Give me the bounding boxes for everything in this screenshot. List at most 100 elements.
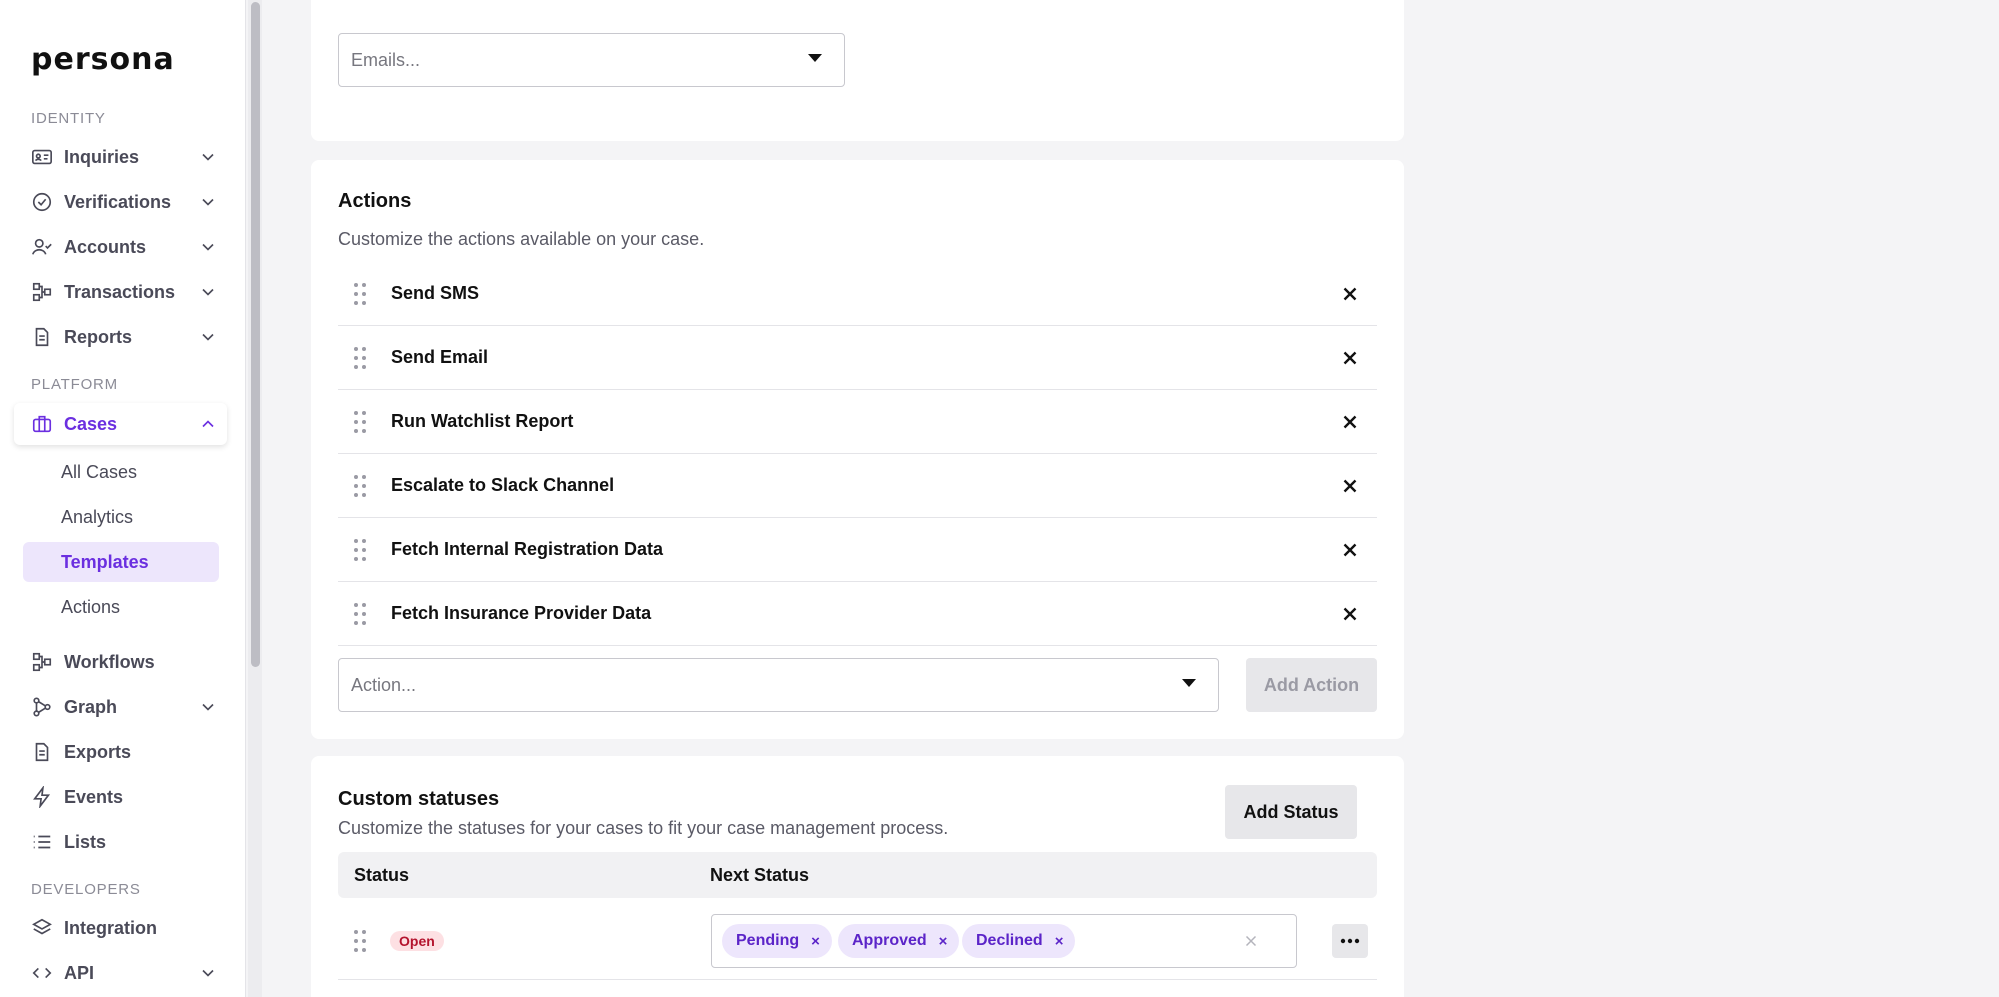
chevron-up-icon <box>198 414 218 434</box>
action-row[interactable]: Send Email <box>338 326 1377 390</box>
statuses-table-header: Status Next Status <box>338 852 1377 898</box>
tag-remove-icon[interactable]: × <box>811 933 820 950</box>
tag-remove-icon[interactable]: × <box>1055 933 1064 950</box>
sidebar-item-lists[interactable]: Lists <box>14 821 227 863</box>
add-status-button[interactable]: Add Status <box>1225 785 1357 839</box>
action-label: Send Email <box>391 347 489 367</box>
sidebar-item-label: Transactions <box>64 281 176 302</box>
sidebar-item-label: Reports <box>64 326 133 347</box>
sidebar-subitem-templates[interactable]: Templates <box>23 542 219 582</box>
sidebar-item-transactions[interactable]: Transactions <box>14 271 227 313</box>
sidebar-item-label: Graph <box>64 696 118 717</box>
more-options-icon[interactable] <box>1332 924 1368 958</box>
code-icon <box>31 962 53 984</box>
close-icon[interactable] <box>1339 283 1361 305</box>
emails-card: Emails... <box>311 0 1404 141</box>
sidebar-subitem-all-cases[interactable]: All Cases <box>23 452 219 492</box>
sidebar-item-label: Verifications <box>64 191 172 212</box>
actions-card-description: Customize the actions available on your … <box>338 229 705 249</box>
workflow-icon <box>31 651 53 673</box>
sidebar-item-workflows[interactable]: Workflows <box>14 641 227 683</box>
tag-label: Pending <box>736 932 800 949</box>
action-label: Fetch Internal Registration Data <box>391 539 664 559</box>
tag-remove-icon[interactable]: × <box>939 933 948 950</box>
id-card-icon <box>31 146 53 168</box>
chevron-down-icon <box>198 147 218 167</box>
drag-handle-icon[interactable] <box>353 602 367 626</box>
graph-icon <box>31 696 53 718</box>
sidebar-subitem-actions[interactable]: Actions <box>23 587 219 627</box>
close-icon[interactable] <box>1339 539 1361 561</box>
close-icon[interactable] <box>1339 347 1361 369</box>
chevron-down-icon <box>198 237 218 257</box>
sidebar-item-exports[interactable]: Exports <box>14 731 227 773</box>
export-document-icon <box>31 741 53 763</box>
column-header-status: Status <box>354 865 410 885</box>
sidebar-item-integration[interactable]: Integration <box>14 907 227 949</box>
action-row[interactable]: Fetch Insurance Provider Data <box>338 582 1377 646</box>
action-select-placeholder: Action... <box>351 674 417 695</box>
sidebar-item-reports[interactable]: Reports <box>14 316 227 358</box>
action-label: Send SMS <box>391 283 480 303</box>
section-label-developers: DEVELOPERS <box>31 881 141 898</box>
drag-handle-icon[interactable] <box>353 929 367 953</box>
sidebar-subitem-analytics[interactable]: Analytics <box>23 497 219 537</box>
close-icon[interactable] <box>1339 603 1361 625</box>
sidebar-item-label: Lists <box>64 831 107 852</box>
chevron-down-icon <box>198 192 218 212</box>
sidebar-item-label: Integration <box>64 917 157 938</box>
sidebar-item-inquiries[interactable]: Inquiries <box>14 136 227 178</box>
drag-handle-icon[interactable] <box>353 538 367 562</box>
sidebar-scrollbar-thumb[interactable] <box>251 2 260 667</box>
layers-icon <box>31 917 53 939</box>
sidebar-item-graph[interactable]: Graph <box>14 686 227 728</box>
add-action-button[interactable]: Add Action <box>1246 658 1377 712</box>
chevron-down-icon <box>198 697 218 717</box>
sidebar-item-cases[interactable]: Cases <box>14 403 227 445</box>
action-row[interactable]: Run Watchlist Report <box>338 390 1377 454</box>
action-select[interactable]: Action... <box>338 658 1219 712</box>
action-label: Fetch Insurance Provider Data <box>391 603 652 623</box>
action-label: Escalate to Slack Channel <box>391 475 615 495</box>
table-row[interactable]: Open Pending × Approved × Declined × <box>338 902 1377 980</box>
chevron-down-icon <box>198 327 218 347</box>
sidebar: persona IDENTITY Inquiries Verifications… <box>0 0 246 997</box>
emails-select[interactable]: Emails... <box>338 33 845 87</box>
sidebar-item-events[interactable]: Events <box>14 776 227 818</box>
tag-label: Declined <box>976 932 1043 949</box>
custom-statuses-card: Custom statuses Customize the statuses f… <box>311 756 1404 997</box>
action-row[interactable]: Escalate to Slack Channel <box>338 454 1377 518</box>
lightning-icon <box>31 786 53 808</box>
next-status-tag: Approved × <box>838 924 960 958</box>
drag-handle-icon[interactable] <box>353 346 367 370</box>
chevron-down-icon <box>198 963 218 983</box>
custom-statuses-description: Customize the statuses for your cases to… <box>338 818 949 838</box>
sidebar-item-label: API <box>64 962 95 983</box>
action-row[interactable]: Fetch Internal Registration Data <box>338 518 1377 582</box>
action-row[interactable]: Send SMS <box>338 262 1377 326</box>
close-icon[interactable] <box>1339 475 1361 497</box>
briefcase-icon <box>31 413 53 435</box>
sidebar-item-api[interactable]: API <box>14 952 227 994</box>
close-icon[interactable] <box>1339 411 1361 433</box>
persona-logo[interactable]: persona <box>31 42 175 77</box>
next-status-tag: Declined × <box>962 924 1076 958</box>
document-icon <box>31 326 53 348</box>
list-icon <box>31 831 53 853</box>
drag-handle-icon[interactable] <box>353 410 367 434</box>
sidebar-item-label: Accounts <box>64 236 147 257</box>
user-check-icon <box>31 236 53 258</box>
caret-down-icon <box>1182 679 1196 687</box>
clear-icon[interactable] <box>1242 932 1260 950</box>
status-badge: Open <box>390 931 444 951</box>
sidebar-item-label: Inquiries <box>64 146 140 167</box>
drag-handle-icon[interactable] <box>353 282 367 306</box>
emails-select-placeholder: Emails... <box>351 49 421 70</box>
sidebar-item-accounts[interactable]: Accounts <box>14 226 227 268</box>
actions-card: Actions Customize the actions available … <box>311 160 1404 739</box>
sidebar-item-label: Workflows <box>64 651 155 672</box>
sidebar-item-verifications[interactable]: Verifications <box>14 181 227 223</box>
drag-handle-icon[interactable] <box>353 474 367 498</box>
next-status-multiselect[interactable]: Pending × Approved × Declined × <box>711 914 1297 968</box>
chevron-down-icon <box>198 282 218 302</box>
